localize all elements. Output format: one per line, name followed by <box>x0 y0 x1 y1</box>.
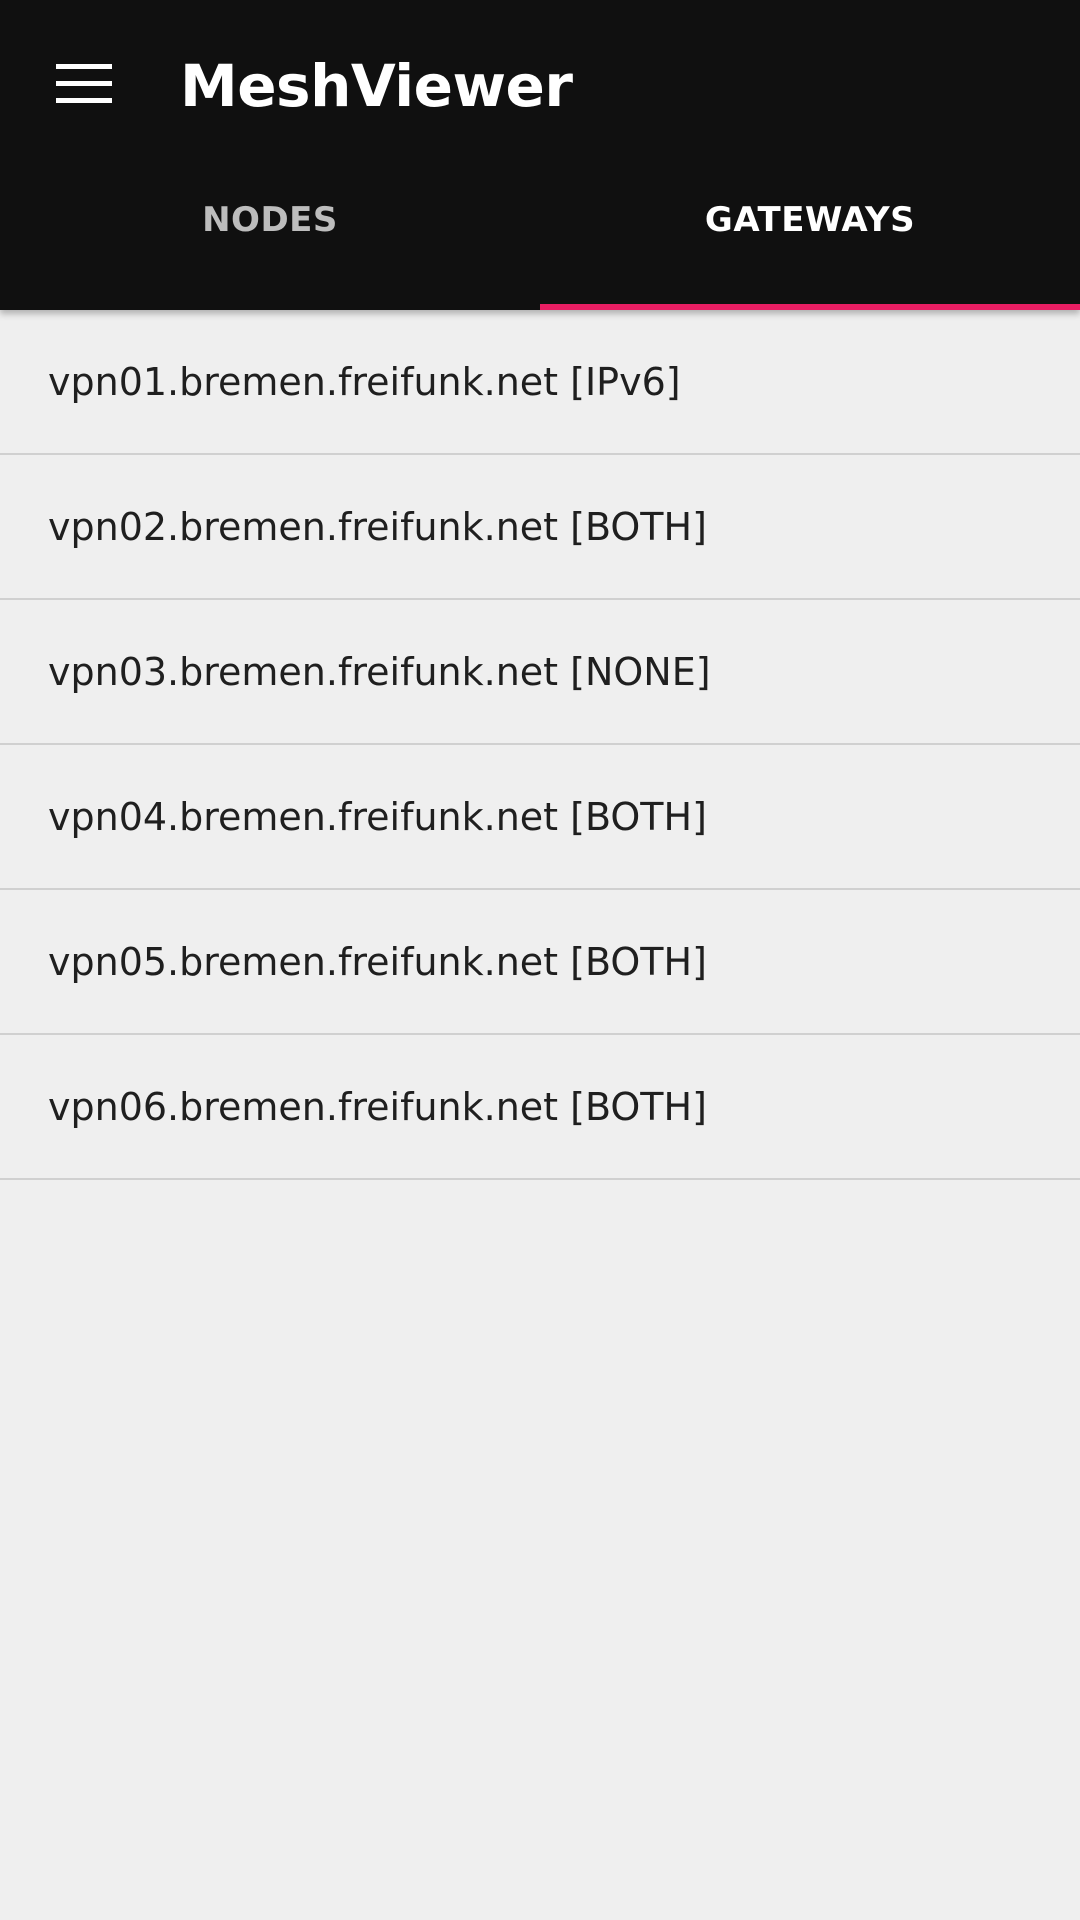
app-title: MeshViewer <box>180 52 573 120</box>
gateway-list: vpn01.bremen.freifunk.net [IPv6] vpn02.b… <box>0 310 1080 1180</box>
gateway-label: vpn04.bremen.freifunk.net [BOTH] <box>48 794 707 839</box>
gateway-label: vpn02.bremen.freifunk.net [BOTH] <box>48 504 707 549</box>
tab-bar: NODES GATEWAYS <box>0 170 1080 310</box>
list-item[interactable]: vpn01.bremen.freifunk.net [IPv6] <box>0 310 1080 455</box>
tab-label: NODES <box>202 200 338 240</box>
gateway-label: vpn03.bremen.freifunk.net [NONE] <box>48 649 711 694</box>
tab-nodes[interactable]: NODES <box>0 170 540 310</box>
list-item[interactable]: vpn06.bremen.freifunk.net [BOTH] <box>0 1035 1080 1180</box>
gateway-label: vpn05.bremen.freifunk.net [BOTH] <box>48 939 707 984</box>
gateway-label: vpn06.bremen.freifunk.net [BOTH] <box>48 1084 707 1129</box>
list-item[interactable]: vpn02.bremen.freifunk.net [BOTH] <box>0 455 1080 600</box>
menu-button[interactable] <box>28 34 140 134</box>
list-item[interactable]: vpn05.bremen.freifunk.net [BOTH] <box>0 890 1080 1035</box>
tab-gateways[interactable]: GATEWAYS <box>540 170 1080 310</box>
toolbar: MeshViewer <box>0 0 1080 170</box>
app-bar: MeshViewer NODES GATEWAYS <box>0 0 1080 310</box>
gateway-label: vpn01.bremen.freifunk.net [IPv6] <box>48 359 681 404</box>
tab-label: GATEWAYS <box>704 200 916 240</box>
list-item[interactable]: vpn04.bremen.freifunk.net [BOTH] <box>0 745 1080 890</box>
hamburger-menu-icon <box>56 64 112 104</box>
active-tab-indicator <box>540 304 1080 310</box>
list-item[interactable]: vpn03.bremen.freifunk.net [NONE] <box>0 600 1080 745</box>
